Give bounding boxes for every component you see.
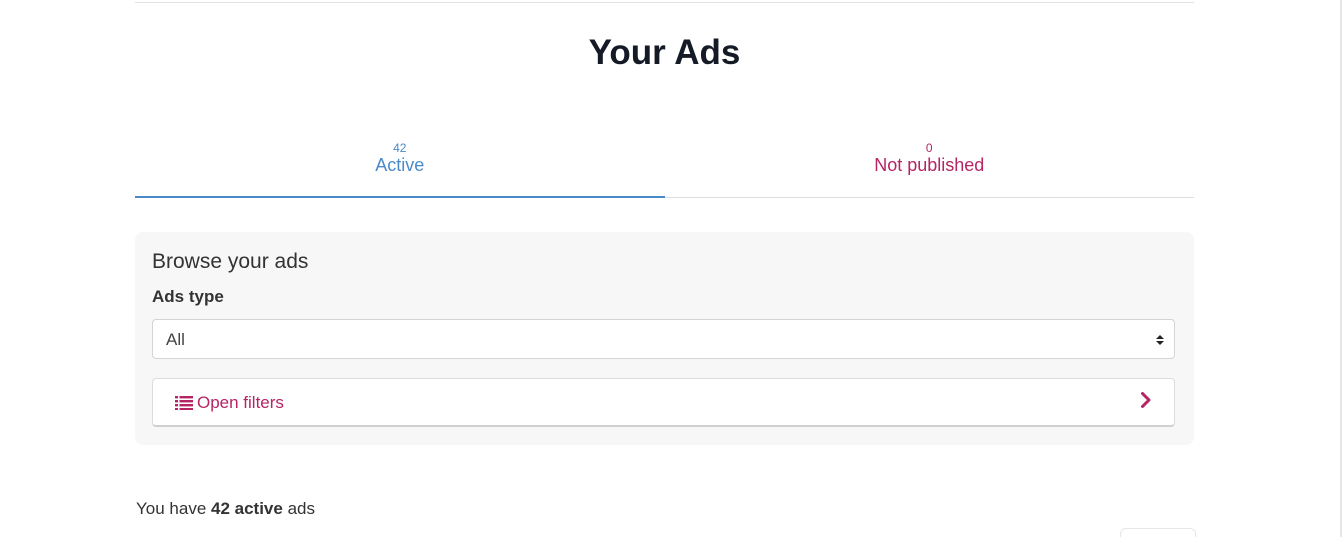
tab-active-count: 42 <box>393 141 407 155</box>
summary-prefix: You have <box>136 499 211 518</box>
list-icon <box>175 396 193 410</box>
open-filters-label: Open filters <box>197 393 284 412</box>
browse-ads-heading: Browse your ads <box>152 250 309 273</box>
ads-tabs: 42 Active 0 Not published <box>135 130 1194 198</box>
page-title: Your Ads <box>588 33 741 72</box>
tab-active-label: Active <box>375 155 425 175</box>
sort-control[interactable] <box>1120 528 1196 537</box>
summary-suffix: ads <box>282 499 315 518</box>
tab-not-published-label: Not published <box>874 155 985 175</box>
ads-type-selected-value: All <box>166 330 185 349</box>
ads-type-select[interactable]: All <box>152 319 1175 359</box>
top-divider <box>135 2 1194 3</box>
open-filters-toggle[interactable]: Open filters <box>152 378 1175 427</box>
tab-not-published-count: 0 <box>925 141 933 155</box>
tab-active[interactable]: 42 Active <box>135 130 665 198</box>
ads-type-label: Ads type <box>152 287 224 306</box>
active-ads-summary: You have 42 active ads <box>136 498 315 520</box>
browse-ads-card: Browse your ads Ads type All Open filter… <box>135 232 1194 445</box>
chevron-right-icon <box>1141 392 1151 408</box>
page: Your Ads 42 Active 0 Not published Brows… <box>0 0 1342 537</box>
select-arrows-icon <box>1156 335 1164 345</box>
tab-not-published[interactable]: 0 Not published <box>665 130 1195 197</box>
summary-count: 42 active <box>211 499 283 518</box>
